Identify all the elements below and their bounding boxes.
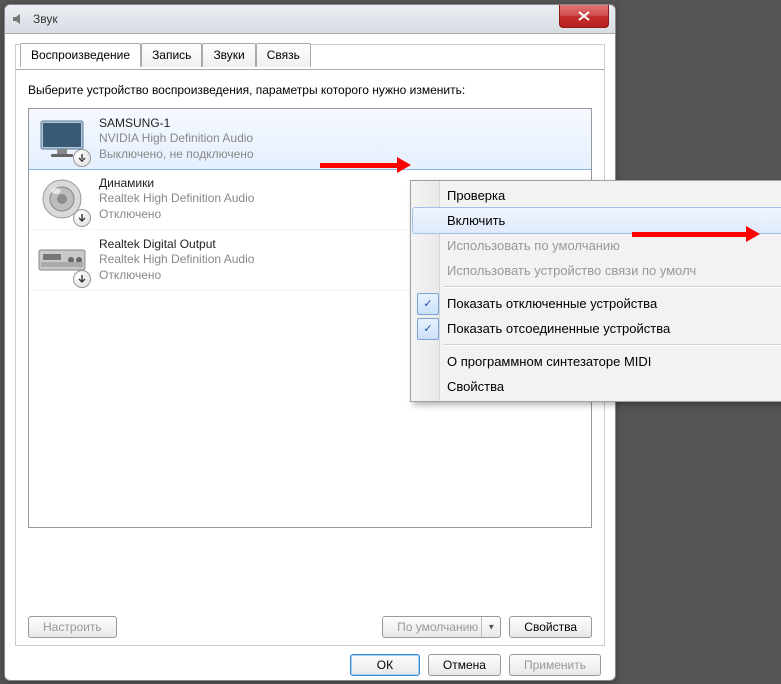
menu-label: Показать отключенные устройства: [447, 296, 657, 311]
menu-separator: [443, 344, 781, 346]
device-name: SAMSUNG-1: [99, 116, 254, 132]
bottom-button-row: Настроить По умолчанию ▼ Свойства: [28, 616, 592, 638]
monitor-icon: [37, 115, 87, 163]
dialog-button-row: ОК Отмена Применить: [5, 646, 615, 684]
close-button[interactable]: [559, 5, 609, 28]
speaker-icon: [37, 175, 87, 223]
disabled-badge-icon: [73, 270, 91, 288]
disabled-badge-icon: [73, 149, 91, 167]
device-driver: Realtek High Definition Audio: [99, 191, 254, 207]
tab-sounds[interactable]: Звуки: [202, 43, 255, 67]
tab-playback[interactable]: Воспроизведение: [20, 43, 141, 67]
device-status: Отключено: [99, 268, 254, 284]
tab-strip: Воспроизведение Запись Звуки Связь: [16, 43, 604, 67]
menu-show-disabled[interactable]: ✓ Показать отключенные устройства: [413, 291, 781, 316]
device-status: Отключено: [99, 207, 254, 223]
menu-properties[interactable]: Свойства: [413, 374, 781, 399]
menu-midi[interactable]: О программном синтезаторе MIDI: [413, 349, 781, 374]
menu-show-disconnected[interactable]: ✓ Показать отсоединенные устройства: [413, 316, 781, 341]
device-driver: Realtek High Definition Audio: [99, 252, 254, 268]
properties-button[interactable]: Свойства: [509, 616, 592, 638]
chevron-down-icon: ▼: [487, 623, 495, 632]
set-default-button[interactable]: По умолчанию ▼: [382, 616, 501, 638]
disabled-badge-icon: [73, 209, 91, 227]
menu-set-default-comm[interactable]: Использовать устройство связи по умолч: [413, 258, 781, 283]
apply-button[interactable]: Применить: [509, 654, 601, 676]
ok-button[interactable]: ОК: [350, 654, 420, 676]
checkmark-icon: ✓: [417, 293, 439, 315]
cancel-button[interactable]: Отмена: [428, 654, 501, 676]
window-title: Звук: [33, 12, 58, 26]
annotation-arrow: [632, 232, 754, 237]
tab-communications[interactable]: Связь: [256, 43, 311, 67]
receiver-icon: [37, 236, 87, 284]
device-name: Realtek Digital Output: [99, 237, 254, 253]
context-menu: Проверка Включить Использовать по умолча…: [410, 180, 781, 402]
menu-separator: [443, 286, 781, 288]
configure-button[interactable]: Настроить: [28, 616, 117, 638]
device-name: Динамики: [99, 176, 254, 192]
device-text: Динамики Realtek High Definition Audio О…: [99, 176, 254, 223]
sound-icon: [11, 11, 27, 27]
device-driver: NVIDIA High Definition Audio: [99, 131, 254, 147]
checkmark-icon: ✓: [417, 318, 439, 340]
device-text: SAMSUNG-1 NVIDIA High Definition Audio В…: [99, 116, 254, 163]
menu-test[interactable]: Проверка: [413, 183, 781, 208]
tab-recording[interactable]: Запись: [141, 43, 202, 67]
titlebar[interactable]: Звук: [5, 5, 615, 34]
device-text: Realtek Digital Output Realtek High Defi…: [99, 237, 254, 284]
device-item-samsung[interactable]: SAMSUNG-1 NVIDIA High Definition Audio В…: [28, 108, 592, 170]
menu-enable[interactable]: Включить: [412, 207, 781, 234]
annotation-arrow: [320, 163, 405, 168]
set-default-label: По умолчанию: [397, 620, 478, 634]
menu-label: Показать отсоединенные устройства: [447, 321, 670, 336]
instruction-text: Выберите устройство воспроизведения, пар…: [28, 82, 592, 98]
device-status: Выключено, не подключено: [99, 147, 254, 163]
